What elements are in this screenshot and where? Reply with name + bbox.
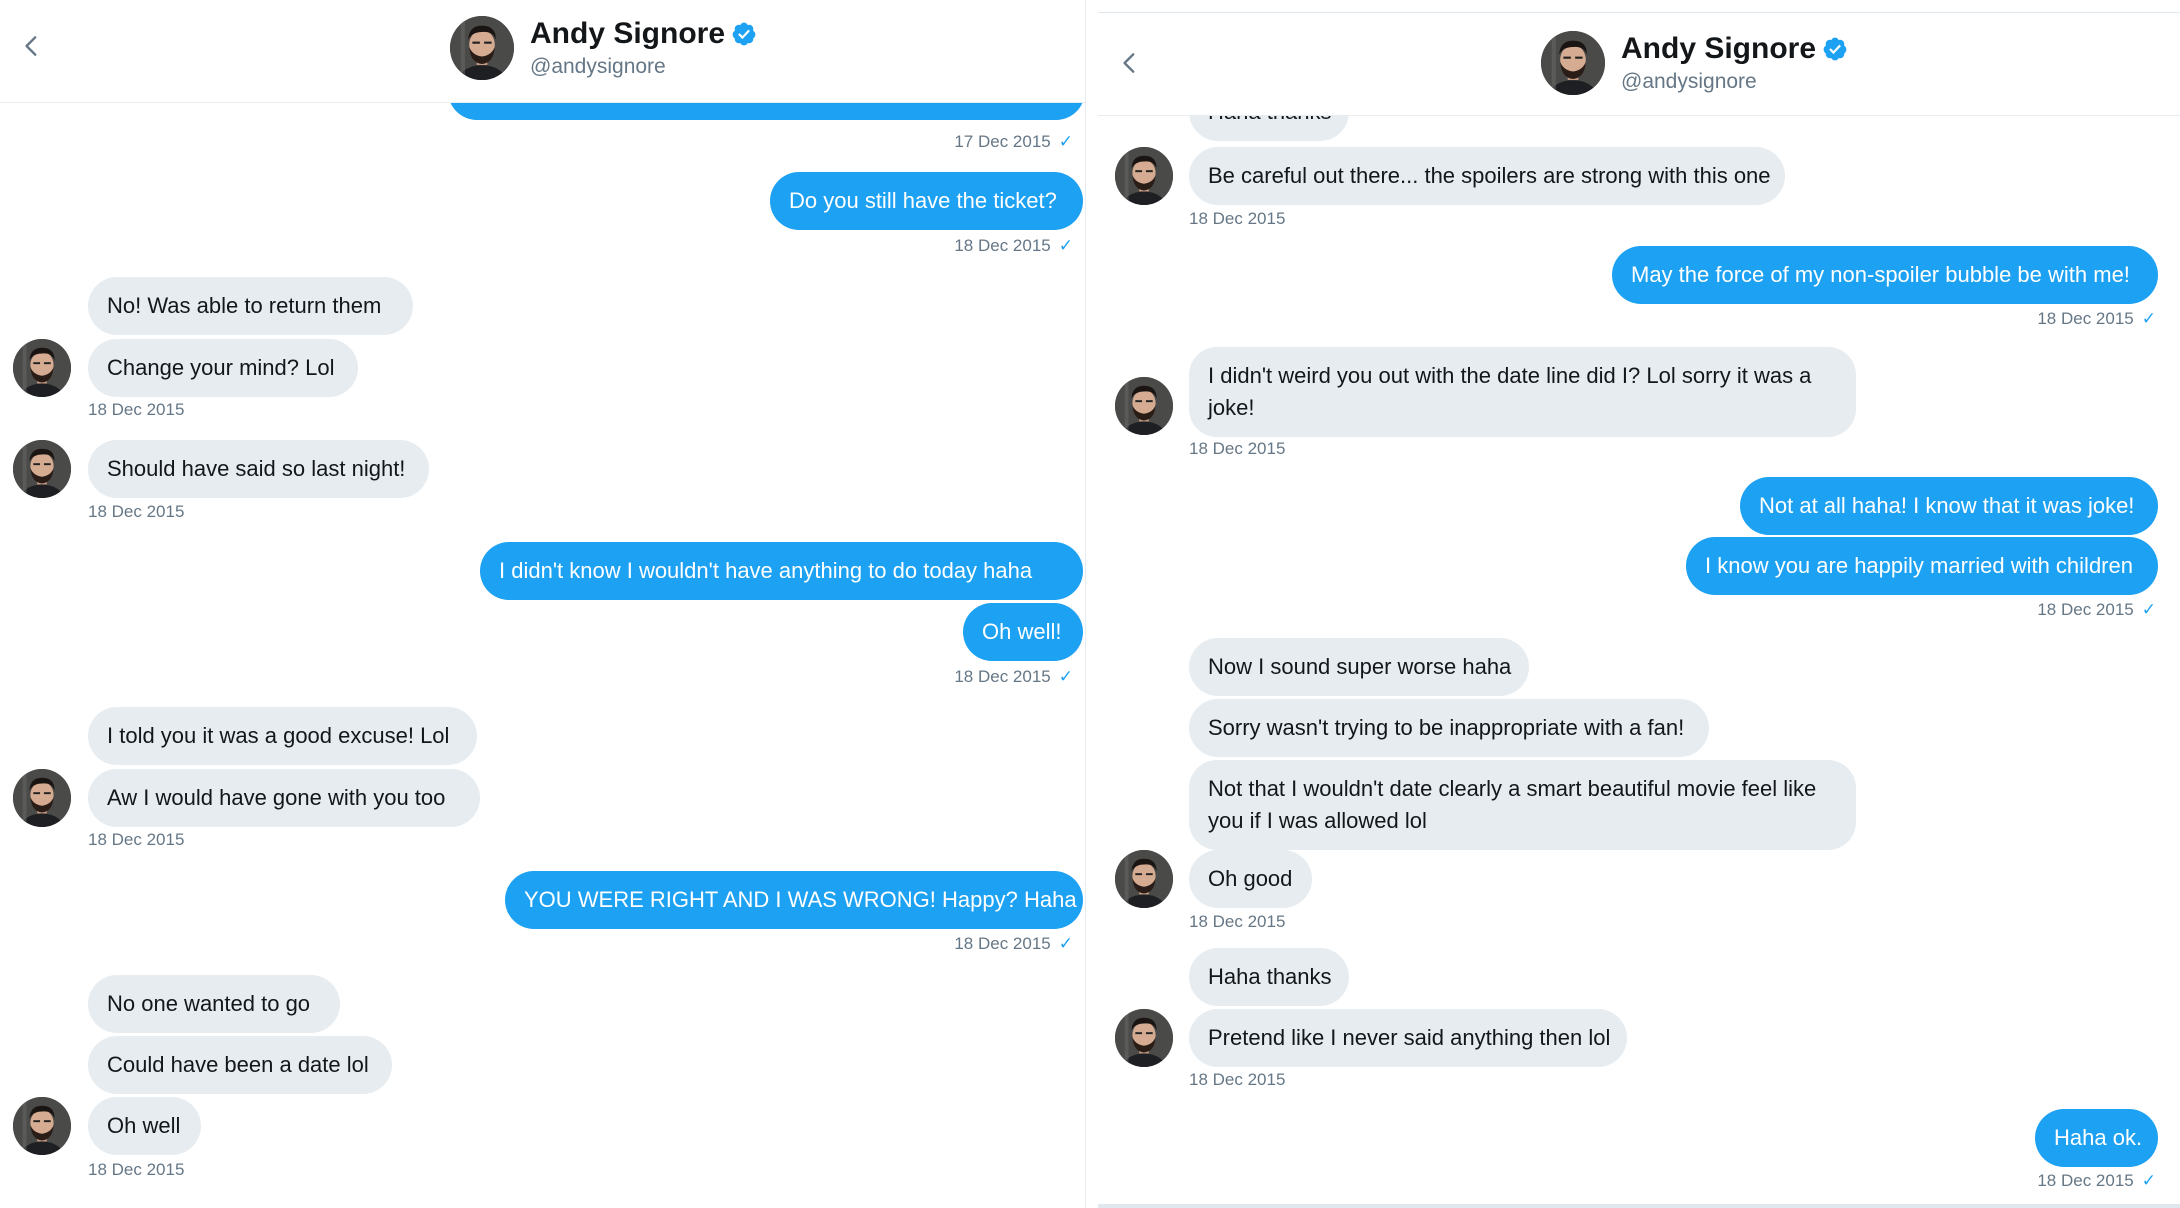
- check-icon: ✓: [1058, 934, 1073, 953]
- message-incoming: Sorry wasn't trying to be inappropriate …: [1189, 699, 1709, 757]
- timestamp-text: 18 Dec 2015: [954, 236, 1051, 255]
- timestamp-text: 18 Dec 2015: [1189, 912, 1286, 931]
- timestamp-text: 18 Dec 2015: [1189, 439, 1286, 458]
- timestamp-text: 18 Dec 2015: [954, 667, 1051, 686]
- message-incoming: Could have been a date lol: [88, 1036, 392, 1094]
- message-incoming: Haha thanks: [1189, 948, 1349, 1006]
- timestamp: 17 Dec 2015 ✓: [954, 132, 1073, 152]
- timestamp-text: 18 Dec 2015: [2037, 600, 2134, 619]
- message-incoming: I told you it was a good excuse! Lol: [88, 707, 477, 765]
- avatar[interactable]: [450, 16, 514, 80]
- message-outgoing: Haha ok.: [2035, 1109, 2158, 1167]
- message-incoming: Not that I wouldn't date clearly a smart…: [1189, 760, 1856, 850]
- timestamp: 18 Dec 2015 ✓: [2037, 309, 2156, 329]
- timestamp: 18 Dec 2015 ✓: [2037, 1171, 2156, 1191]
- check-icon: ✓: [1058, 132, 1073, 151]
- timestamp: 18 Dec 2015 ✓: [2037, 600, 2156, 620]
- message-outgoing: Oh well!: [963, 603, 1083, 661]
- avatar[interactable]: [13, 339, 71, 397]
- conversation-panel-left: Haha yes it is! Especially during the ho…: [0, 0, 1086, 1208]
- avatar[interactable]: [1115, 1009, 1173, 1067]
- chevron-left-icon: [1117, 50, 1143, 76]
- header-profile[interactable]: Andy Signore @andysignore: [450, 16, 757, 80]
- profile-handle: @andysignore: [1621, 70, 1757, 93]
- message-outgoing: I didn't know I wouldn't have anything t…: [480, 542, 1083, 600]
- verified-badge-icon: [1822, 36, 1848, 62]
- message-outgoing: May the force of my non-spoiler bubble b…: [1612, 246, 2158, 304]
- profile-name: Andy Signore: [1621, 32, 1817, 65]
- timestamp-text: 18 Dec 2015: [2037, 1171, 2134, 1190]
- message-outgoing: YOU WERE RIGHT AND I WAS WRONG! Happy? H…: [505, 871, 1083, 929]
- message-list[interactable]: Haha yes it is! Especially during the ho…: [0, 0, 1085, 1208]
- conversation-header: Andy Signore @andysignore: [0, 0, 1085, 103]
- check-icon: ✓: [1058, 667, 1073, 686]
- timestamp: 18 Dec 2015 ✓: [954, 236, 1073, 256]
- message-incoming: Should have said so last night!: [88, 440, 429, 498]
- timestamp-text: 18 Dec 2015: [954, 934, 1051, 953]
- back-button[interactable]: [1112, 45, 1148, 81]
- check-icon: ✓: [2141, 600, 2156, 619]
- avatar[interactable]: [1541, 31, 1605, 95]
- message-incoming: Oh good: [1189, 850, 1312, 908]
- avatar[interactable]: [1115, 850, 1173, 908]
- message-incoming: Change your mind? Lol: [88, 339, 358, 397]
- conversation-panel-right: Haha thanks Be careful out there... the …: [1098, 12, 2180, 1208]
- avatar[interactable]: [1115, 147, 1173, 205]
- check-icon: ✓: [2141, 1171, 2156, 1190]
- profile-name: Andy Signore: [530, 17, 726, 50]
- back-button[interactable]: [14, 28, 50, 64]
- conversation-header: Andy Signore @andysignore: [1098, 13, 2180, 116]
- timestamp-text: 18 Dec 2015: [1189, 1070, 1286, 1089]
- timestamp-text: 17 Dec 2015: [954, 132, 1051, 151]
- message-list[interactable]: Haha thanks Be careful out there... the …: [1098, 13, 2180, 1204]
- chevron-left-icon: [19, 33, 45, 59]
- avatar[interactable]: [1115, 377, 1173, 435]
- timestamp-text: 18 Dec 2015: [88, 502, 185, 521]
- message-incoming: Pretend like I never said anything then …: [1189, 1009, 1627, 1067]
- message-incoming: Aw I would have gone with you too: [88, 769, 480, 827]
- check-icon: ✓: [1058, 236, 1073, 255]
- timestamp-text: 18 Dec 2015: [88, 1160, 185, 1179]
- message-incoming: No one wanted to go: [88, 975, 340, 1033]
- avatar[interactable]: [13, 769, 71, 827]
- avatar[interactable]: [13, 1097, 71, 1155]
- timestamp-text: 18 Dec 2015: [1189, 209, 1286, 228]
- message-incoming: Be careful out there... the spoilers are…: [1189, 147, 1785, 205]
- profile-handle: @andysignore: [530, 55, 666, 78]
- timestamp: 18 Dec 2015 ✓: [954, 667, 1073, 687]
- timestamp-text: 18 Dec 2015: [88, 400, 185, 419]
- avatar[interactable]: [13, 440, 71, 498]
- message-incoming: Now I sound super worse haha: [1189, 638, 1529, 696]
- timestamp-text: 18 Dec 2015: [2037, 309, 2134, 328]
- message-outgoing: Do you still have the ticket?: [770, 172, 1083, 230]
- message-incoming: Oh well: [88, 1097, 201, 1155]
- message-incoming: No! Was able to return them: [88, 277, 413, 335]
- message-incoming: I didn't weird you out with the date lin…: [1189, 347, 1856, 437]
- check-icon: ✓: [2141, 309, 2156, 328]
- timestamp-text: 18 Dec 2015: [88, 830, 185, 849]
- timestamp: 18 Dec 2015 ✓: [954, 934, 1073, 954]
- message-outgoing: I know you are happily married with chil…: [1686, 537, 2158, 595]
- verified-badge-icon: [731, 21, 757, 47]
- message-outgoing: Not at all haha! I know that it was joke…: [1740, 477, 2158, 535]
- header-profile[interactable]: Andy Signore @andysignore: [1541, 31, 1848, 95]
